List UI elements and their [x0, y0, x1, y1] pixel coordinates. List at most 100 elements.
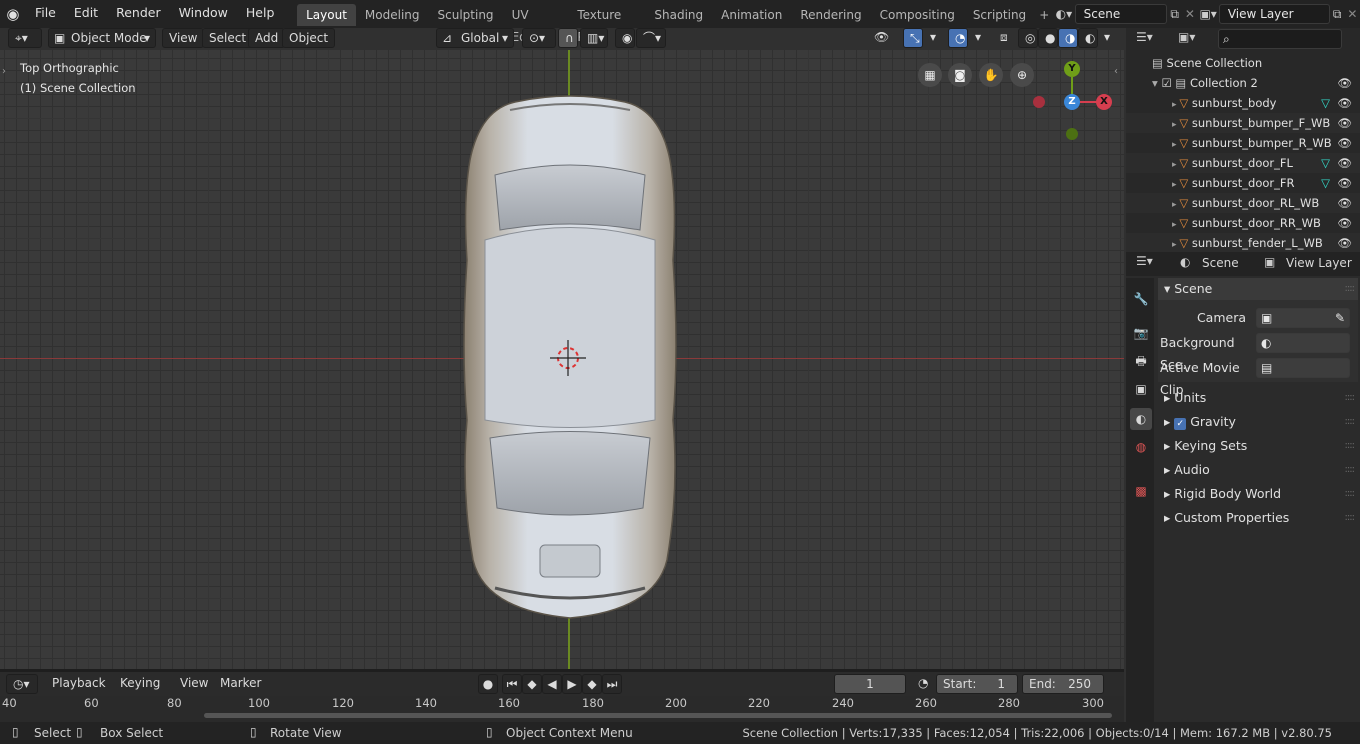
texture-tab-icon[interactable]: ▩	[1130, 480, 1152, 502]
audio-panel[interactable]: ▸ Audio ::::	[1158, 459, 1358, 481]
material-shading-icon[interactable]: ◑	[1058, 28, 1078, 48]
view-layer-tab-icon[interactable]: ▣	[1130, 378, 1152, 400]
menu-object[interactable]: Object	[282, 28, 336, 48]
tool-tab-icon[interactable]: 🔧	[1130, 288, 1152, 310]
tab-animation[interactable]: Animation	[712, 4, 791, 26]
outliner-object-row[interactable]: ▸ ▽ sunburst_bumper_R_WB 👁	[1126, 133, 1360, 153]
new-scene-icon[interactable]: ⧉	[1167, 7, 1182, 22]
add-workspace-button[interactable]: +	[1035, 4, 1053, 26]
menu-help[interactable]: Help	[237, 0, 284, 28]
drag-handle-icon[interactable]: ::::	[1345, 411, 1356, 433]
gizmo-x-icon[interactable]: X	[1096, 94, 1112, 110]
prev-keyframe-icon[interactable]: ◆	[522, 674, 542, 694]
drag-handle-icon[interactable]: ::::	[1345, 387, 1356, 409]
mesh-data-icon[interactable]: ▽	[1321, 153, 1330, 173]
tab-scripting[interactable]: Scripting	[964, 4, 1035, 26]
collection-row[interactable]: ▾ ☑ ▤ Collection 2 👁	[1126, 73, 1360, 93]
menu-add[interactable]: Add	[248, 28, 286, 48]
eye-icon[interactable]: 👁	[1337, 153, 1352, 173]
background-scene-field[interactable]: ◐	[1256, 333, 1350, 353]
eye-icon[interactable]: 👁	[1337, 73, 1352, 93]
gizmo-toggle-icon[interactable]: ⤡	[903, 28, 923, 48]
view-layer-field[interactable]: View Layer	[1218, 4, 1330, 24]
render-tab-icon[interactable]: 📷	[1130, 322, 1152, 344]
properties-editor-icon[interactable]: ☰▾	[1136, 254, 1153, 268]
drag-handle-icon[interactable]: ::::	[1345, 483, 1356, 505]
gizmo-neg-x-icon[interactable]	[1033, 96, 1045, 108]
xray-icon[interactable]: ⧈	[994, 28, 1014, 48]
play-reverse-icon[interactable]: ◀	[542, 674, 562, 694]
outliner-editor-icon[interactable]: ☰▾	[1136, 30, 1168, 44]
jump-start-icon[interactable]: ⏮	[502, 674, 522, 694]
drag-handle-icon[interactable]: ::::	[1345, 459, 1356, 481]
overlays-dropdown-icon[interactable]: ▾	[969, 28, 985, 48]
tab-texture-paint[interactable]: Texture Paint	[568, 4, 645, 44]
editor-type-icon[interactable]: ⌖▾	[8, 28, 42, 48]
overlays-icon[interactable]: ◔	[948, 28, 968, 48]
outliner-object-row[interactable]: ▸ ▽ sunburst_fender_L_WB 👁	[1126, 233, 1360, 253]
pivot-point-icon[interactable]: ⊙▾	[522, 28, 556, 48]
timeline-editor-icon[interactable]: ◷▾	[6, 674, 38, 694]
outliner-object-row[interactable]: ▸ ▽ sunburst_body ▽ 👁	[1126, 93, 1360, 113]
stopwatch-icon[interactable]: ◔	[912, 674, 932, 694]
eye-icon[interactable]: 👁	[1337, 193, 1352, 213]
outliner-search-input[interactable]: ⌕	[1218, 29, 1342, 49]
units-panel[interactable]: ▸ Units ::::	[1158, 387, 1358, 409]
3d-viewport[interactable]: Top Orthographic (1) Scene Collection › …	[0, 50, 1124, 669]
gravity-checkbox[interactable]: ✓	[1174, 418, 1187, 430]
drag-handle-icon[interactable]: ::::	[1345, 278, 1356, 300]
gizmo-dropdown-icon[interactable]: ▾	[924, 28, 940, 48]
tab-modeling[interactable]: Modeling	[356, 4, 429, 26]
outliner-object-row[interactable]: ▸ ▽ sunburst_bumper_F_WB 👁	[1126, 113, 1360, 133]
menu-file[interactable]: File	[26, 0, 65, 28]
end-frame-field[interactable]: End: 250	[1022, 674, 1104, 694]
shading-dropdown-icon[interactable]: ▾	[1098, 28, 1114, 48]
eyedropper-icon[interactable]: ✎	[1335, 309, 1345, 327]
gizmo-neg-y-icon[interactable]	[1066, 128, 1078, 140]
proportional-edit-icon[interactable]: ◉	[615, 28, 635, 48]
tab-compositing[interactable]: Compositing	[871, 4, 964, 26]
delete-view-layer-icon[interactable]: ✕	[1345, 7, 1360, 21]
visibility-icon[interactable]: 👁▾	[868, 28, 896, 63]
next-keyframe-icon[interactable]: ◆	[582, 674, 602, 694]
current-frame-field[interactable]: 1	[834, 674, 906, 694]
eye-icon[interactable]: 👁	[1337, 113, 1352, 133]
timeline-scrollbar[interactable]	[204, 713, 1112, 718]
camera-field[interactable]: ▣ ✎	[1256, 308, 1350, 328]
new-view-layer-icon[interactable]: ⧉	[1330, 7, 1345, 22]
mesh-data-icon[interactable]: ▽	[1321, 173, 1330, 193]
eye-icon[interactable]: 👁	[1337, 233, 1352, 253]
pan-hand-icon[interactable]: ✋	[979, 63, 1003, 87]
eye-icon[interactable]: 👁	[1337, 213, 1352, 233]
tab-rendering[interactable]: Rendering	[791, 4, 870, 26]
marker-menu[interactable]: Marker	[214, 674, 267, 694]
menu-render[interactable]: Render	[107, 0, 170, 28]
scene-collection-row[interactable]: ▤ Scene Collection	[1126, 53, 1360, 73]
delete-scene-icon[interactable]: ✕	[1182, 7, 1197, 21]
falloff-icon[interactable]: ⌒▾	[636, 28, 666, 48]
scene-tab-icon[interactable]: ◐	[1130, 408, 1152, 430]
mesh-data-icon[interactable]: ▽	[1321, 93, 1330, 113]
snap-target-icon[interactable]: ▥▾	[580, 28, 608, 48]
tab-uv-editing[interactable]: UV Editing	[503, 4, 569, 44]
rendered-shading-icon[interactable]: ◐	[1078, 28, 1098, 48]
world-tab-icon[interactable]: ◍	[1130, 436, 1152, 458]
scene-panel-header[interactable]: ▾ Scene ::::	[1158, 278, 1358, 300]
display-mode-icon[interactable]: ▣▾	[1178, 30, 1210, 44]
gizmo-y-icon[interactable]: Y	[1064, 61, 1080, 77]
start-frame-field[interactable]: Start: 1	[936, 674, 1018, 694]
eye-icon[interactable]: 👁	[1337, 133, 1352, 153]
menu-view[interactable]: View	[162, 28, 205, 48]
gizmo-z-icon[interactable]: Z	[1064, 94, 1080, 110]
keying-sets-panel[interactable]: ▸ Keying Sets ::::	[1158, 435, 1358, 457]
output-tab-icon[interactable]: 🖶	[1130, 350, 1152, 372]
playback-menu[interactable]: Playback ▾	[46, 674, 114, 709]
outliner-object-row[interactable]: ▸ ▽ sunburst_door_RL_WB 👁	[1126, 193, 1360, 213]
custom-properties-panel[interactable]: ▸ Custom Properties ::::	[1158, 507, 1358, 529]
menu-window[interactable]: Window	[170, 0, 237, 28]
orientation-dropdown[interactable]: ⊿ Global ▾	[436, 28, 514, 48]
snap-icon[interactable]: ∩	[558, 28, 578, 48]
camera-view-icon[interactable]: ◙	[948, 63, 972, 87]
axis-gizmo[interactable]: Y Z X	[1028, 60, 1118, 150]
wireframe-shading-icon[interactable]: ◎	[1018, 28, 1038, 48]
